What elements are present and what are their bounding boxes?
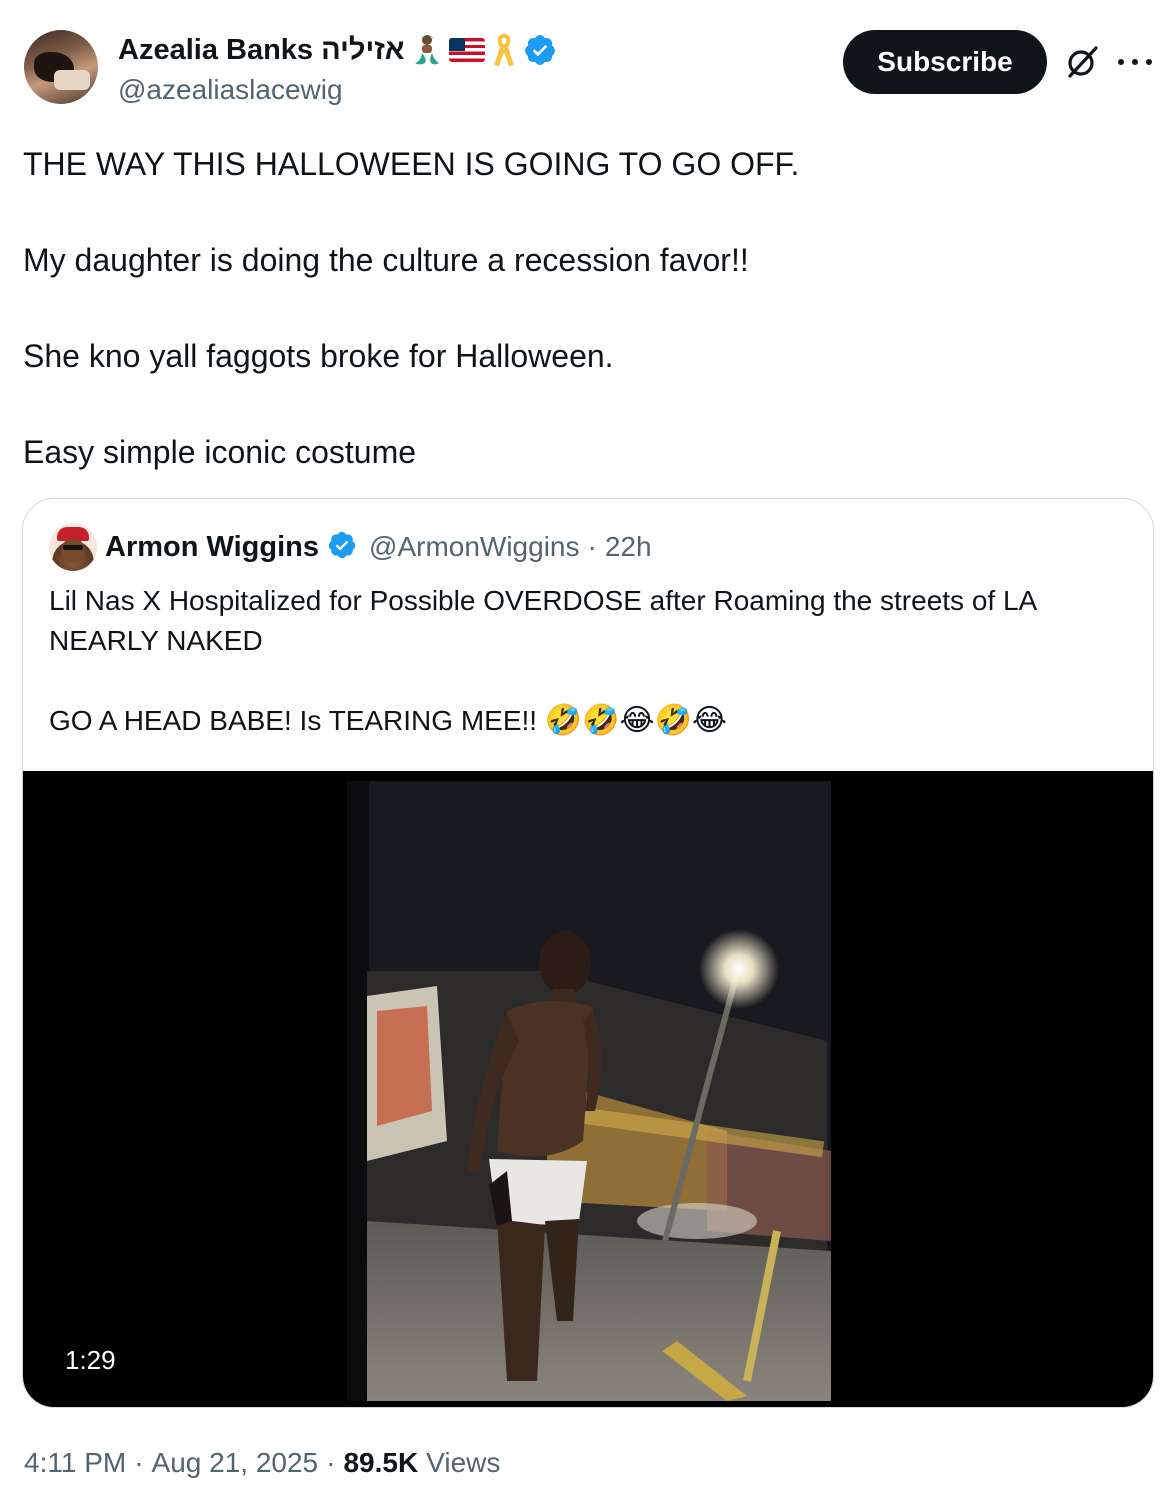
video-player[interactable]: 1:29 (23, 771, 1153, 1407)
tweet-meta: 4:11 PM · Aug 21, 2025 · 89.5K Views (24, 1443, 500, 1483)
laughing-emojis: 🤣🤣😂🤣😂 (544, 704, 728, 737)
quoted-text: Lil Nas X Hospitalized for Possible OVER… (49, 581, 1129, 741)
avatar-shape (63, 545, 83, 550)
us-flag-icon (448, 38, 485, 62)
video-thumbnail (347, 781, 831, 1401)
tweet-paragraph: My daughter is doing the culture a reces… (23, 242, 749, 278)
verified-badge-icon (327, 530, 357, 565)
yellow-ribbon-icon (491, 32, 517, 68)
separator-dot: · (326, 1447, 336, 1478)
tweet-date[interactable]: Aug 21, 2025 (152, 1447, 319, 1479)
quoted-paragraph-text: GO A HEAD BABE! Is TEARING MEE!! (49, 705, 538, 736)
video-duration: 1:29 (55, 1339, 126, 1381)
tweet-text: THE WAY THIS HALLOWEEN IS GOING TO GO OF… (23, 140, 1143, 476)
more-options-icon[interactable] (1118, 48, 1152, 76)
quoted-author-handle: @ArmonWiggins (369, 531, 580, 562)
tweet-paragraph: She kno yall faggots broke for Halloween… (23, 338, 614, 374)
subscribe-button[interactable]: Subscribe (843, 30, 1047, 94)
avatar-shape (54, 70, 90, 90)
author-name-row: Azealia Banks אזיליה (118, 30, 557, 70)
author-handle[interactable]: @azealiaslacewig (118, 74, 343, 106)
quoted-paragraph: Lil Nas X Hospitalized for Possible OVER… (49, 585, 1036, 656)
quoted-time: 22h (604, 531, 652, 562)
quoted-paragraph: GO A HEAD BABE! Is TEARING MEE!! 🤣🤣😂🤣😂 (49, 701, 1129, 741)
verified-badge-icon (523, 33, 557, 67)
grok-icon[interactable] (1064, 44, 1100, 80)
tweet-time[interactable]: 4:11 PM (24, 1447, 126, 1479)
quoted-header: Armon Wiggins @ArmonWiggins · 22h (105, 527, 652, 567)
quoted-author-avatar (49, 523, 97, 571)
quoted-author-name: Armon Wiggins (105, 530, 320, 563)
tweet-paragraph: Easy simple iconic costume (23, 434, 417, 470)
views-count: 89.5K (343, 1447, 419, 1478)
quoted-tweet-card[interactable]: Armon Wiggins @ArmonWiggins · 22h Lil Na… (22, 498, 1154, 1408)
views-label: Views (426, 1447, 501, 1478)
author-avatar[interactable] (24, 30, 98, 104)
avatar-shape (62, 539, 84, 563)
separator-dot: · (587, 531, 597, 562)
tweet-paragraph: THE WAY THIS HALLOWEEN IS GOING TO GO OF… (23, 146, 800, 182)
author-display-name[interactable]: Azealia Banks אזיליה (118, 34, 405, 67)
mermaid-emoji-icon (411, 33, 443, 67)
separator-dot: · (134, 1447, 144, 1478)
